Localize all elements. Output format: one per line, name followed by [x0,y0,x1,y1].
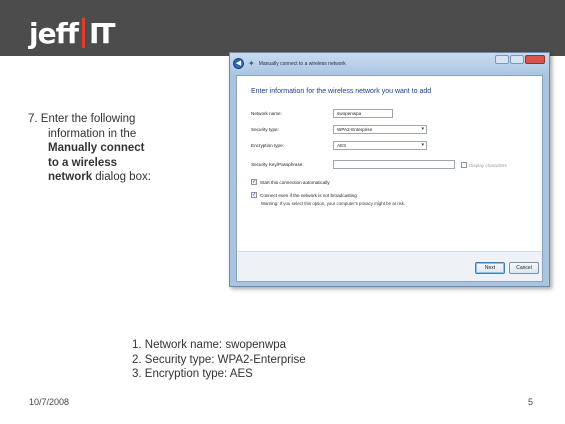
network-name-label: Network name: [251,111,282,116]
dialog-heading: Enter information for the wireless netwo… [251,88,432,95]
summary-item: 3. Encryption type: AES [132,368,253,380]
instruction-line-2: information in the [48,127,137,140]
security-type-select[interactable]: WPA2-Enterprise [333,125,427,134]
dialog-body: Enter information for the wireless netwo… [236,75,543,282]
slide-number: 5 [528,397,534,407]
back-arrow-icon[interactable]: ◀ [233,58,244,69]
header-band: jeff IT [0,0,565,56]
summary-item: 1. Network name: swopenwpa [132,339,287,351]
network-name-input[interactable]: swopenwpa [333,109,393,118]
logo-jeff-text: jeff [29,17,79,50]
slide-date: 10/7/2008 [29,397,70,407]
maximize-button[interactable] [510,55,524,64]
instruction-bold-1: Manually connect [48,142,145,154]
start-auto-option[interactable]: Start this connection automatically [251,179,330,185]
start-auto-label: Start this connection automatically [260,179,330,185]
display-characters-label: Display characters [469,162,507,168]
security-key-label: Security Key/Passphrase: [251,162,304,167]
network-icon: ✦ [248,59,255,68]
display-characters-option[interactable]: Display characters [461,162,507,168]
next-button[interactable]: Next [475,262,505,274]
connect-even-option[interactable]: Connect even if the network is not broad… [251,192,357,198]
instruction-text: 7. Enter the following information in th… [28,112,198,185]
encryption-type-select[interactable]: AES [333,141,427,150]
dialog-button-bar: Next Cancel [237,251,542,281]
logo-divider [81,18,85,48]
cancel-button[interactable]: Cancel [509,262,539,274]
connect-even-label: Connect even if the network is not broad… [260,192,357,198]
encryption-type-label: Encryption type: [251,143,284,148]
privacy-warning: Warning: If you select this option, your… [261,201,406,206]
summary-item: 2. Security type: WPA2-Enterprise [132,353,306,366]
security-key-input[interactable] [333,160,455,169]
instruction-bold-3: network [48,171,93,183]
display-characters-checkbox[interactable] [461,162,467,168]
instruction-tail: dialog box: [92,171,151,183]
logo-it-text: IT [88,17,115,50]
dialog-title: Manually connect to a wireless network [258,60,346,67]
instruction-bold-2: to a wireless [48,156,118,169]
summary-list: 1. Network name: swopenwpa 2. Security t… [132,338,306,382]
security-type-label: Security type: [251,127,279,132]
instruction-line-1: 7. Enter the following [28,113,136,125]
connect-even-checkbox[interactable] [251,192,257,198]
minimize-button[interactable] [495,55,509,64]
dialog-titlebar: ◀ ✦ Manually connect to a wireless netwo… [230,53,549,75]
start-auto-checkbox[interactable] [251,179,257,185]
close-button[interactable] [525,55,545,64]
jeffit-logo: jeff IT [29,12,115,50]
wireless-dialog: ◀ ✦ Manually connect to a wireless netwo… [229,52,550,287]
